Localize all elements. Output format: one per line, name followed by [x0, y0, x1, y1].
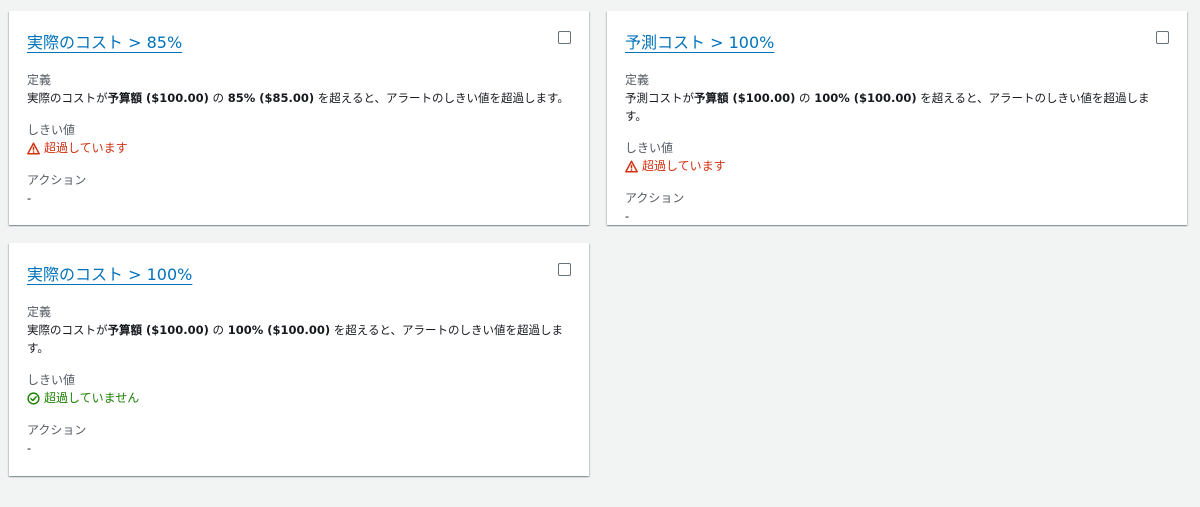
threshold-section: しきい値 超過していません — [27, 371, 571, 407]
action-section: アクション - — [27, 171, 571, 207]
definition-mid: の — [795, 91, 815, 105]
definition-text: 実際のコストが予算額 ($100.00) の 85% ($85.00) を超える… — [27, 89, 571, 107]
definition-text: 実際のコストが予算額 ($100.00) の 100% ($100.00) を超… — [27, 321, 567, 357]
threshold-section: しきい値 超過しています — [27, 121, 571, 157]
threshold-status: 超過しています — [27, 139, 571, 157]
definition-budget: 予算額 ($100.00) — [107, 323, 209, 337]
action-label: アクション — [625, 191, 685, 205]
alert-card-forecast-100: 予測コスト > 100% 定義 予測コストが予算額 ($100.00) の 10… — [607, 11, 1187, 225]
action-section: アクション - — [625, 189, 1169, 225]
threshold-section: しきい値 超過しています — [625, 139, 1169, 175]
action-value: - — [27, 441, 32, 455]
threshold-label: しきい値 — [625, 141, 674, 155]
check-circle-icon — [27, 391, 40, 405]
warning-icon — [27, 141, 40, 155]
threshold-label: しきい値 — [27, 373, 76, 387]
definition-section: 定義 実際のコストが予算額 ($100.00) の 100% ($100.00)… — [27, 303, 571, 357]
definition-threshold: 100% ($100.00) — [227, 323, 331, 337]
definition-label: 定義 — [27, 305, 52, 319]
alert-title-link[interactable]: 予測コスト > 100% — [625, 31, 774, 55]
warning-icon — [625, 159, 638, 173]
definition-mid: の — [208, 91, 228, 105]
alert-card-actual-100: 実際のコスト > 100% 定義 実際のコストが予算額 ($100.00) の … — [9, 243, 589, 476]
definition-post: を超えると、アラートのしきい値を超過します。 — [314, 91, 569, 105]
definition-pre: 実際のコストが — [27, 91, 108, 105]
alert-title-link[interactable]: 実際のコスト > 100% — [27, 263, 192, 287]
threshold-status-text: 超過しています — [642, 159, 726, 173]
action-section: アクション - — [27, 421, 571, 457]
alert-card-actual-85: 実際のコスト > 85% 定義 実際のコストが予算額 ($100.00) の 8… — [9, 11, 589, 225]
threshold-status: 超過しています — [625, 157, 1169, 175]
definition-budget: 予算額 ($100.00) — [694, 91, 796, 105]
select-checkbox[interactable] — [1156, 31, 1169, 44]
definition-budget: 予算額 ($100.00) — [107, 91, 209, 105]
definition-label: 定義 — [625, 73, 650, 87]
definition-text: 予測コストが予算額 ($100.00) の 100% ($100.00) を超え… — [625, 89, 1169, 125]
definition-label: 定義 — [27, 73, 52, 87]
action-label: アクション — [27, 423, 87, 437]
definition-section: 定義 実際のコストが予算額 ($100.00) の 85% ($85.00) を… — [27, 71, 571, 107]
select-checkbox[interactable] — [558, 31, 571, 44]
select-checkbox[interactable] — [558, 263, 571, 276]
definition-section: 定義 予測コストが予算額 ($100.00) の 100% ($100.00) … — [625, 71, 1169, 125]
threshold-label: しきい値 — [27, 123, 76, 137]
action-value: - — [27, 191, 32, 205]
definition-pre: 予測コストが — [625, 91, 694, 105]
alert-title-link[interactable]: 実際のコスト > 85% — [27, 31, 182, 55]
definition-mid: の — [208, 323, 228, 337]
action-label: アクション — [27, 173, 87, 187]
definition-threshold: 100% ($100.00) — [814, 91, 917, 105]
threshold-status: 超過していません — [27, 389, 571, 407]
threshold-status-text: 超過しています — [44, 141, 128, 155]
action-value: - — [625, 209, 630, 223]
definition-threshold: 85% ($85.00) — [227, 91, 315, 105]
definition-pre: 実際のコストが — [27, 323, 108, 337]
threshold-status-text: 超過していません — [44, 391, 140, 405]
